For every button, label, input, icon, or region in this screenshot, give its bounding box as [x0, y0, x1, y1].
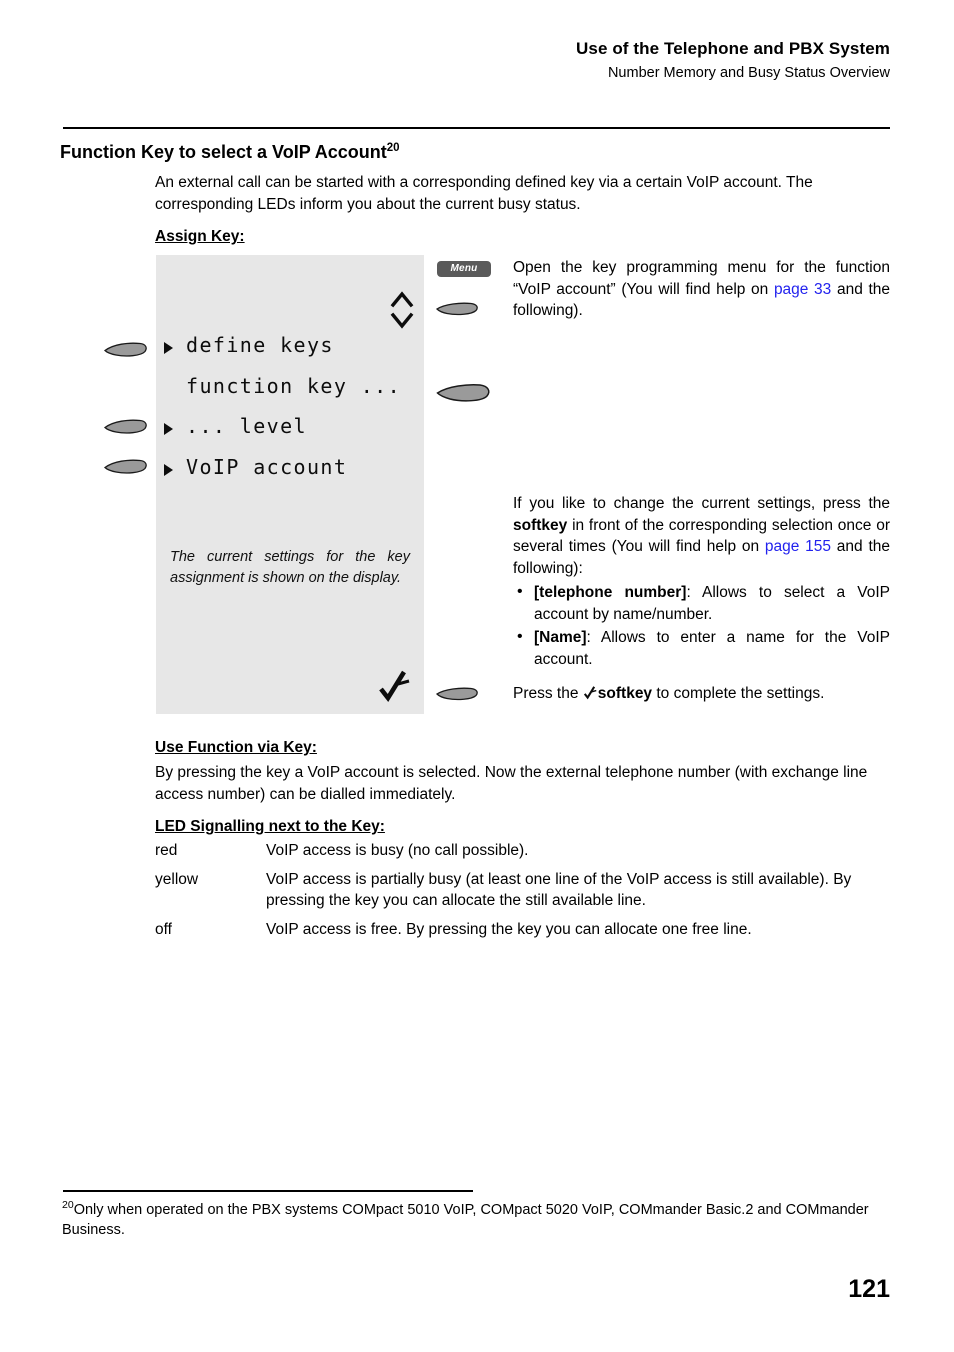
use-function-heading: Use Function via Key: [155, 739, 317, 757]
led-signalling-table: red VoIP access is busy (no call possibl… [155, 840, 890, 947]
lcd-line-function-key[interactable]: function key ... [186, 374, 401, 398]
softkey-icon[interactable] [104, 418, 148, 435]
table-row: off VoIP access is free. By pressing the… [155, 919, 890, 941]
bullet-text-name: : Allows to enter a name for the VoIP ac… [534, 629, 890, 668]
softkey-bold-label: softkey [597, 685, 653, 702]
footnote: 20Only when operated on the PBX systems … [62, 1200, 890, 1240]
intro-paragraph: An external call can be started with a c… [155, 174, 813, 213]
lcd-selection-arrow-icon [164, 423, 173, 435]
footnote-text: Only when operated on the PBX systems CO… [62, 1202, 869, 1238]
menu-button[interactable]: Menu [437, 261, 491, 277]
explanation-bullet-list: [telephone number]: Allows to select a V… [513, 581, 890, 672]
section-title-text: Function Key to select a VoIP Account [60, 142, 387, 162]
softkey-icon[interactable] [436, 382, 492, 403]
phone-display-panel: define keys function key ... ... level V… [156, 255, 424, 714]
check-icon [583, 685, 598, 700]
softkey-bold-label: softkey [513, 516, 568, 534]
led-description: VoIP access is busy (no call possible). [266, 842, 529, 859]
page-header: Use of the Telephone and PBX System Numb… [63, 38, 890, 83]
page-33-link[interactable]: page 33 [774, 281, 831, 298]
list-item: [Name]: Allows to enter a name for the V… [513, 626, 890, 670]
table-row: yellow VoIP access is partially busy (at… [155, 869, 890, 912]
list-item: [telephone number]: Allows to select a V… [513, 581, 890, 625]
led-signalling-heading-text: LED Signalling next to the Key: [155, 818, 385, 835]
scroll-up-down-icon [390, 289, 414, 331]
led-description: VoIP access is free. By pressing the key… [266, 920, 752, 938]
led-description: VoIP access is partially busy (at least … [266, 870, 852, 910]
check-icon [378, 670, 412, 704]
led-signalling-heading: LED Signalling next to the Key: [155, 818, 385, 836]
bullet-label-telephone-number: [telephone number] [534, 584, 687, 601]
lcd-line-define-keys[interactable]: define keys [186, 333, 334, 357]
page-title: Function Key to select a VoIP Account20 [60, 140, 400, 164]
explanation-paragraph-2: If you like to change the current settin… [513, 493, 890, 579]
softkey-icon[interactable] [436, 300, 480, 317]
lcd-line-voip-account[interactable]: VoIP account [186, 455, 347, 479]
explanation-3-a: Press the [513, 685, 583, 702]
explanation-3-b: to complete the settings. [652, 685, 825, 702]
header-subtitle: Number Memory and Busy Status Overview [607, 65, 890, 81]
softkey-icon[interactable] [104, 458, 148, 475]
display-note-text: The current settings for the key assignm… [170, 549, 410, 586]
led-color-label: off [155, 920, 172, 938]
assign-key-heading: Assign Key: [155, 228, 245, 246]
explanation-2-a: If you like to change the current settin… [513, 495, 890, 512]
explanation-paragraph-1: Open the key programming menu for the fu… [513, 257, 890, 322]
led-color-label: yellow [155, 870, 199, 888]
lcd-line-level[interactable]: ... level [186, 414, 307, 438]
assign-key-heading-text: Assign Key: [155, 228, 245, 245]
lcd-selection-arrow-icon [164, 342, 173, 354]
lcd-selection-arrow-icon [164, 464, 173, 476]
table-row: red VoIP access is busy (no call possibl… [155, 840, 890, 862]
led-color-label: red [155, 842, 178, 859]
page-number: 121 [848, 1275, 890, 1303]
section-title-footnote-marker: 20 [386, 142, 400, 154]
footnote-divider [63, 1190, 473, 1192]
use-function-paragraph: By pressing the key a VoIP account is se… [155, 764, 868, 803]
use-function-heading-text: Use Function via Key: [155, 739, 317, 756]
bullet-label-name: [Name] [534, 629, 587, 646]
softkey-icon[interactable] [104, 341, 148, 358]
footnote-marker: 20 [62, 1199, 74, 1212]
softkey-icon[interactable] [436, 685, 480, 702]
header-divider [63, 127, 890, 129]
explanation-paragraph-3: Press the softkey to complete the settin… [513, 683, 890, 705]
header-title: Use of the Telephone and PBX System [576, 39, 890, 58]
page-155-link[interactable]: page 155 [765, 538, 831, 555]
